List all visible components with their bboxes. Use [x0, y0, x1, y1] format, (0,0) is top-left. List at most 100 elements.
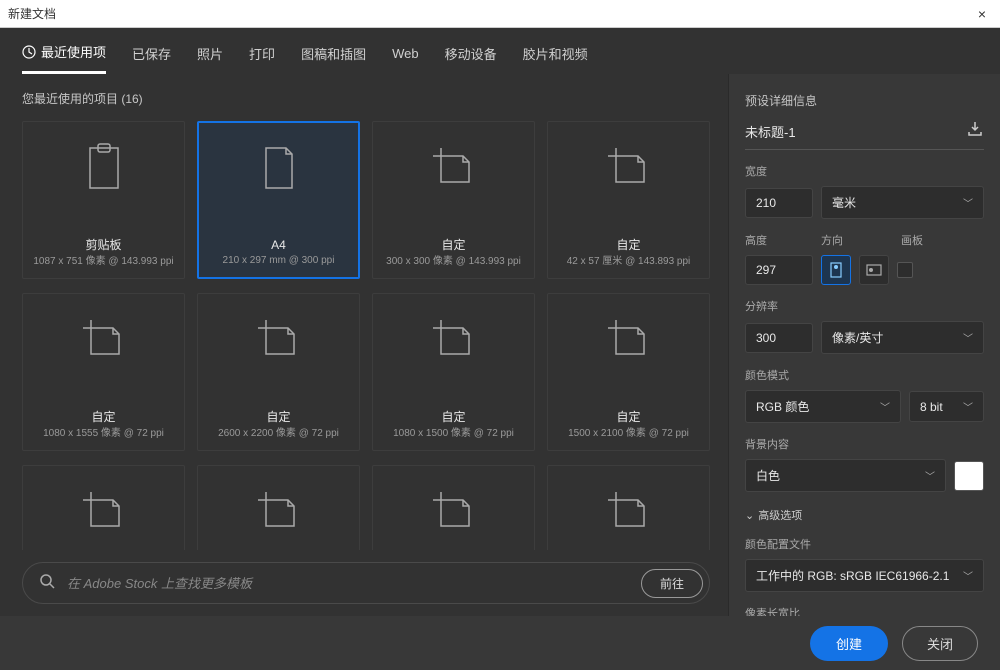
background-label: 背景内容	[745, 436, 984, 452]
preset-thumb-icon	[430, 138, 478, 196]
tab-label: 照片	[197, 44, 223, 63]
preset-name: 自定	[567, 236, 691, 253]
tab-4[interactable]: 图稿和插图	[301, 42, 366, 74]
artboard-checkbox[interactable]	[897, 262, 913, 278]
preset-thumb-icon	[80, 310, 128, 368]
preset-thumb-icon	[255, 482, 303, 540]
stock-search: 前往	[22, 562, 710, 604]
preset-card[interactable]: 自定1200 x 1200 像素 @ 72 ppi	[547, 465, 710, 550]
tab-label: Web	[392, 46, 419, 61]
details-title: 预设详细信息	[745, 92, 984, 109]
chevron-down-icon: ﹀	[963, 568, 973, 583]
artboard-label: 画板	[901, 232, 923, 248]
dialog-footer: 创建 关闭	[0, 616, 1000, 670]
tab-label: 打印	[249, 44, 275, 63]
preset-card[interactable]: 自定750 x 1334 mm @ 72 ppi	[197, 465, 360, 550]
preset-thumb-icon	[255, 139, 303, 197]
tab-label: 图稿和插图	[301, 44, 366, 63]
color-mode-label: 颜色模式	[745, 367, 984, 383]
tab-7[interactable]: 胶片和视频	[523, 42, 588, 74]
orientation-label: 方向	[821, 232, 893, 248]
recent-heading: 您最近使用的项目 (16)	[22, 90, 710, 107]
tab-3[interactable]: 打印	[249, 42, 275, 74]
preset-card[interactable]: 自定800 x 600 mm @ 30 ppi	[372, 465, 535, 550]
close-icon[interactable]: ×	[972, 6, 992, 22]
chevron-down-icon: ﹀	[963, 195, 973, 210]
create-button[interactable]: 创建	[810, 626, 888, 661]
preset-meta: 2600 x 2200 像素 @ 72 ppi	[218, 427, 339, 441]
tab-1[interactable]: 已保存	[132, 42, 171, 74]
tab-2[interactable]: 照片	[197, 42, 223, 74]
clock-icon	[22, 45, 36, 59]
preset-name: 自定	[218, 408, 339, 425]
preset-meta: 1080 x 1500 像素 @ 72 ppi	[393, 427, 514, 441]
units-select[interactable]: 毫米﹀	[821, 186, 984, 219]
tab-6[interactable]: 移动设备	[445, 42, 497, 74]
preset-card[interactable]: 自定 2600 x 2200 像素 @ 72 ppi	[197, 293, 360, 451]
save-preset-icon[interactable]	[966, 120, 984, 143]
preset-thumb-icon	[80, 482, 128, 540]
window-title: 新建文档	[8, 5, 56, 22]
category-tabs: 最近使用项 已保存 照片 打印 图稿和插图 Web 移动设备 胶片和视频	[0, 28, 1000, 74]
chevron-down-icon: ﹀	[880, 399, 890, 414]
height-label: 高度	[745, 232, 813, 248]
preset-thumb-icon	[430, 310, 478, 368]
preset-thumb-icon	[605, 482, 653, 540]
details-panel: 预设详细信息 未标题-1 宽度 毫米﹀ 高度 方向 画板	[728, 74, 1000, 616]
advanced-toggle[interactable]: ⌄ 高级选项	[745, 507, 984, 523]
tab-5[interactable]: Web	[392, 42, 419, 74]
color-profile-label: 颜色配置文件	[745, 536, 984, 552]
preset-card[interactable]: 自定 1500 x 2100 像素 @ 72 ppi	[547, 293, 710, 451]
presets-panel: 您最近使用的项目 (16) 剪贴板1087 x 751 像素 @ 143.993…	[0, 74, 728, 616]
preset-meta: 300 x 300 像素 @ 143.993 ppi	[386, 255, 521, 269]
background-select[interactable]: 白色﹀	[745, 459, 946, 492]
preset-thumb-icon	[80, 138, 128, 196]
preset-card[interactable]: 自定 1080 x 1500 像素 @ 72 ppi	[372, 293, 535, 451]
preset-thumb-icon	[430, 482, 478, 540]
preset-thumb-icon	[255, 310, 303, 368]
orientation-portrait-button[interactable]	[821, 255, 851, 285]
document-name-input[interactable]: 未标题-1	[745, 122, 796, 141]
height-input[interactable]	[745, 255, 813, 285]
tab-0[interactable]: 最近使用项	[22, 42, 106, 74]
go-button[interactable]: 前往	[641, 569, 703, 598]
search-input[interactable]	[67, 576, 629, 591]
preset-card[interactable]: 自定 1080 x 1555 像素 @ 72 ppi	[22, 293, 185, 451]
preset-thumb-icon	[605, 138, 653, 196]
chevron-down-icon: ﹀	[963, 399, 973, 414]
chevron-down-icon: ﹀	[963, 330, 973, 345]
preset-name: 自定	[43, 408, 164, 425]
preset-name: 剪贴板	[33, 236, 173, 253]
preset-card[interactable]: 自定1000 x 1415 mm @ 300 ppi	[22, 465, 185, 550]
new-document-dialog: 最近使用项 已保存 照片 打印 图稿和插图 Web 移动设备 胶片和视频 您最近使用的项目 (…	[0, 28, 1000, 670]
background-color-swatch[interactable]	[954, 461, 984, 491]
color-mode-select[interactable]: RGB 颜色﹀	[745, 390, 901, 423]
preset-card[interactable]: 自定 300 x 300 像素 @ 143.993 ppi	[372, 121, 535, 279]
resolution-input[interactable]	[745, 323, 813, 353]
preset-grid: 剪贴板1087 x 751 像素 @ 143.993 ppiA4210 x 29…	[22, 121, 710, 550]
preset-meta: 1080 x 1555 像素 @ 72 ppi	[43, 427, 164, 441]
preset-name: 自定	[386, 236, 521, 253]
resolution-units-select[interactable]: 像素/英寸﹀	[821, 321, 984, 354]
tab-label: 胶片和视频	[523, 44, 588, 63]
preset-card[interactable]: A4210 x 297 mm @ 300 ppi	[197, 121, 360, 279]
preset-name: 自定	[568, 408, 689, 425]
preset-card[interactable]: 自定42 x 57 厘米 @ 143.893 ppi	[547, 121, 710, 279]
orientation-landscape-button[interactable]	[859, 255, 889, 285]
close-button[interactable]: 关闭	[902, 626, 978, 661]
width-input[interactable]	[745, 188, 813, 218]
chevron-down-icon: ﹀	[925, 468, 935, 483]
titlebar: 新建文档 ×	[0, 0, 1000, 28]
bit-depth-select[interactable]: 8 bit﹀	[909, 391, 984, 422]
resolution-label: 分辨率	[745, 298, 984, 314]
chevron-down-icon: ⌄	[745, 509, 754, 522]
preset-thumb-icon	[605, 310, 653, 368]
preset-meta: 1500 x 2100 像素 @ 72 ppi	[568, 427, 689, 441]
search-icon	[39, 573, 55, 594]
color-profile-select[interactable]: 工作中的 RGB: sRGB IEC61966-2.1﹀	[745, 559, 984, 592]
tab-label: 最近使用项	[41, 42, 106, 61]
preset-name: 自定	[393, 408, 514, 425]
tab-label: 已保存	[132, 44, 171, 63]
preset-card[interactable]: 剪贴板1087 x 751 像素 @ 143.993 ppi	[22, 121, 185, 279]
preset-name: A4	[223, 238, 335, 252]
